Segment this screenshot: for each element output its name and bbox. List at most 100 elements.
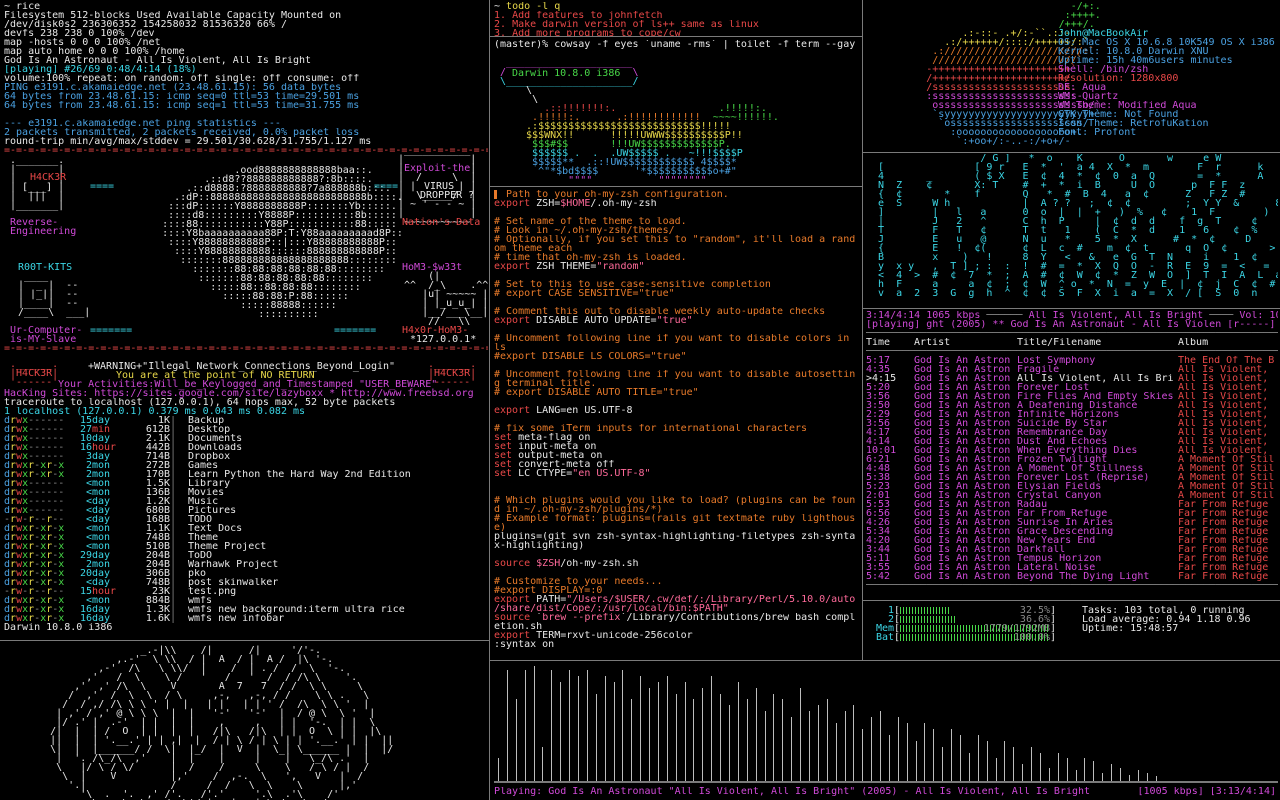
track-title: Fire Flies And Empty Skies	[1017, 392, 1174, 401]
playlist-row[interactable]: 6:21 God Is An Astron Frozen Twilight A Mom…	[866, 455, 1278, 464]
playlist-row[interactable]: 5:11 God Is An Astron Tempus Horizon Far Fr…	[866, 554, 1278, 563]
playlist-row[interactable]: 5:17 God Is An Astron Lost Symphony The End…	[866, 356, 1278, 365]
playlist-row[interactable]: 6:56 God Is An Astron Far From Refuge Far F…	[866, 509, 1278, 518]
track-title: Radau	[1017, 500, 1048, 509]
playlist-row[interactable]: 3:50 God Is An Astron A Deafening Distance…	[866, 401, 1278, 410]
ncmpcpp-playlist[interactable]: 3:14/4:14 1065 kbps ────── All Is Violen…	[866, 311, 1278, 599]
pane-divider-vertical-right[interactable]	[862, 0, 863, 660]
ls-row[interactable]: drwx------ 27 min 612B │ Desktop	[4, 425, 488, 434]
ls-name: TODO	[188, 515, 213, 524]
ls-row[interactable]: drwxr-xr-x 16 day 1.6K │ wmfs new infobar	[4, 614, 488, 623]
playlist-row[interactable]: 4:48 God Is An Astron A Moment Of Stillnes…	[866, 464, 1278, 473]
zshrc-value: $ZSH	[536, 559, 561, 568]
terminal-system-info[interactable]: ~ rice Filesystem 512-blocks Used Availa…	[4, 2, 488, 147]
pane-divider-left-bottom[interactable]	[0, 640, 489, 641]
statusbar-track: God Is An Astronaut "All Is Violent, All…	[548, 787, 1091, 797]
ls-row[interactable]: drwxr-xr-x 29 day 204B │ ToDO	[4, 551, 488, 560]
ls-row[interactable]: drwx------ < day 680B │ Pictures	[4, 506, 488, 515]
ls-row[interactable]: drwx------ < day 1.2K │ Music	[4, 497, 488, 506]
ls-row[interactable]: drwxr-xr-x 2 mon 272B │ Games	[4, 461, 488, 470]
playlist-row[interactable]: 3:44 God Is An Astron Darkfall Far From Ref…	[866, 545, 1278, 554]
playlist-row[interactable]: 5:38 God Is An Astron Forever Lost (Repris…	[866, 473, 1278, 482]
playlist-row[interactable]: 4:14 God Is An Astron Dust And Echoes All I…	[866, 437, 1278, 446]
htop-load: Load average: 0.94 1.18 0.96	[1082, 615, 1251, 624]
ls-row[interactable]: drwxr-xr-x < mon 1.1K │ Text Docs	[4, 524, 488, 533]
fetch-row: Shell: /bin/zsh	[1058, 65, 1275, 74]
ls-sep: │	[170, 461, 177, 470]
ls-row[interactable]: drwx------ 10 day 2.1K │ Documents	[4, 434, 488, 443]
hacking-sites-link[interactable]: HacKing Sites: https://sites.google.com/…	[4, 389, 474, 399]
playlist-row[interactable]: 2:01 God Is An Astron Crystal Canyon A Mome…	[866, 491, 1278, 500]
pane-divider-fetch[interactable]	[863, 152, 1280, 153]
playlist-row[interactable]: 5:34 God Is An Astron Grace Descending Far …	[866, 527, 1278, 536]
ls-row[interactable]: drwx------ < mon 1.5K │ Library	[4, 479, 488, 488]
pane-divider-cowsay[interactable]	[490, 186, 862, 187]
playlist-row[interactable]: 5:42 God Is An Astron Beyond The Dying Lig…	[866, 572, 1278, 581]
playlist-row[interactable]: 5:53 God Is An Astron Radau Far From Refuge	[866, 500, 1278, 509]
col-album[interactable]: Album	[1178, 338, 1274, 347]
ls-age-unit: mon	[92, 560, 111, 569]
terminal-todo[interactable]: ~ todo -l q 1. Add features to johnfetch…	[494, 2, 860, 36]
ls-row[interactable]: drwx------ < mon 136B │ Movies	[4, 488, 488, 497]
ls-row[interactable]: drwxr-xr-x 16 day 1.3K │ wmfs new backgrou…	[4, 605, 488, 614]
ls-row[interactable]: -rw-r--r-- < day 168B │ TODO	[4, 515, 488, 524]
terminal-cowsay[interactable]: (master)% cowsay -f eyes `uname -rms` | …	[494, 40, 860, 186]
zshrc-comment	[494, 415, 500, 424]
ls-row[interactable]: drwx------ 15 day 1K │ Backup	[4, 416, 488, 425]
ls-name: ToDO	[188, 551, 213, 560]
visualizer-progress[interactable]	[494, 781, 1278, 783]
ls-row[interactable]: drwx------ 16 hour 442B │ Downloads	[4, 443, 488, 452]
ls-sep: │	[170, 587, 177, 596]
ascii-dashes-left: ====	[90, 181, 115, 192]
pane-divider-todo[interactable]	[490, 36, 862, 37]
pane-divider-matrix[interactable]	[863, 308, 1280, 309]
htop-label: 1	[887, 606, 894, 615]
zshrc-line: export TERM=rxvt-unicode-256color	[494, 631, 860, 640]
playlist-row[interactable]: >4:15 God Is An Astron All Is Violent, All…	[866, 374, 1278, 383]
playlist-row[interactable]: 5:23 God Is An Astron Elysian Fields A Mome…	[866, 482, 1278, 491]
pane-divider-vertical[interactable]	[489, 0, 490, 800]
zshrc-line: om theme each	[494, 244, 860, 253]
playlist-row[interactable]: 2:29 God Is An Astron Infinite Horizons All…	[866, 410, 1278, 419]
col-artist[interactable]: Artist	[914, 338, 1017, 347]
todo-item[interactable]: 1. Add features to johnfetch	[494, 11, 860, 20]
playlist-row[interactable]: 4:17 God Is An Astron Remembrance Day All I…	[866, 428, 1278, 437]
visualizer-bar	[800, 687, 802, 782]
ls-row[interactable]: drwxr-xr-x < mon 884B │ wmfs	[4, 596, 488, 605]
playlist-row[interactable]: 4:26 God Is An Astron Sunrise In Aries Far …	[866, 518, 1278, 527]
track-artist: God Is An Astron	[914, 374, 1011, 383]
ls-row[interactable]: drwxr-xr-x 2 mon 170B │ Learn Python the H…	[4, 470, 488, 479]
col-title[interactable]: Title/Filename	[1017, 338, 1178, 347]
terminal-fetch[interactable]: -/+:. :++++. /+++/. .:-::- .+/:-``.::- .…	[866, 2, 1278, 152]
terminal-ls-listing[interactable]: traceroute to localhost (127.0.0.1), 64 …	[4, 398, 488, 638]
visualizer-bar	[915, 740, 917, 782]
ls-row[interactable]: -rw-r--r-- 15 hour 23K │ test.png	[4, 587, 488, 596]
todo-item[interactable]: 2. Make darwin version of ls++ same as l…	[494, 20, 860, 29]
pane-divider-visualizer[interactable]	[490, 660, 1280, 661]
fetch-key: Icon Theme:	[1058, 119, 1131, 128]
pane-divider-htop[interactable]	[863, 600, 1280, 601]
ls-row[interactable]: drwxr-xr-x < day 748B │ post skinwalker	[4, 578, 488, 587]
playlist-row[interactable]: 4:35 God Is An Astron Fragile All Is Violen…	[866, 365, 1278, 374]
playlist-row[interactable]: 3:56 God Is An Astron Fire Flies And Empty…	[866, 392, 1278, 401]
playlist-row[interactable]: 3:55 God Is An Astron Lateral Noise Far Fro…	[866, 563, 1278, 572]
todo-item[interactable]: 3. Add more programs to cope/cw	[494, 29, 860, 36]
ls-age: 2	[85, 560, 92, 569]
playlist-row[interactable]: 5:20 God Is An Astron Forever Lost All Is V…	[866, 383, 1278, 392]
editor-zshrc[interactable]: ▌ Path to your oh-my-zsh configuration. e…	[494, 190, 860, 658]
col-time[interactable]: Time	[866, 338, 914, 347]
playlist-row[interactable]: 3:56 God Is An Astron Suicide By Star All I…	[866, 419, 1278, 428]
ls-row[interactable]: drwx------ 3 day 714B │ Dropbox	[4, 452, 488, 461]
ls-row[interactable]: drwxr-xr-x 20 day 306B │ pko	[4, 569, 488, 578]
ncmpcpp-volume[interactable]: Vol: 100%	[1239, 311, 1278, 320]
zshrc-rest: /.oh-my-zsh	[590, 199, 657, 208]
playlist-row[interactable]: 4:20 God Is An Astron New Years End Far Fro…	[866, 536, 1278, 545]
ls-row[interactable]: drwxr-xr-x 2 mon 204B │ Warhawk Project	[4, 560, 488, 569]
fetch-row: John@MacBookAir	[1058, 29, 1275, 38]
playlist-row[interactable]: 10:01 God Is An Astron When Everything Die…	[866, 446, 1278, 455]
ls-age: <	[85, 533, 92, 542]
ls-row[interactable]: drwxr-xr-x < mon 748B │ Theme	[4, 533, 488, 542]
zshrc-line: etion.sh	[494, 622, 860, 631]
zshrc-content[interactable]: ▌ Path to your oh-my-zsh configuration. e…	[494, 190, 860, 649]
ls-row[interactable]: drwxr-xr-x < mon 510B │ Theme Project	[4, 542, 488, 551]
